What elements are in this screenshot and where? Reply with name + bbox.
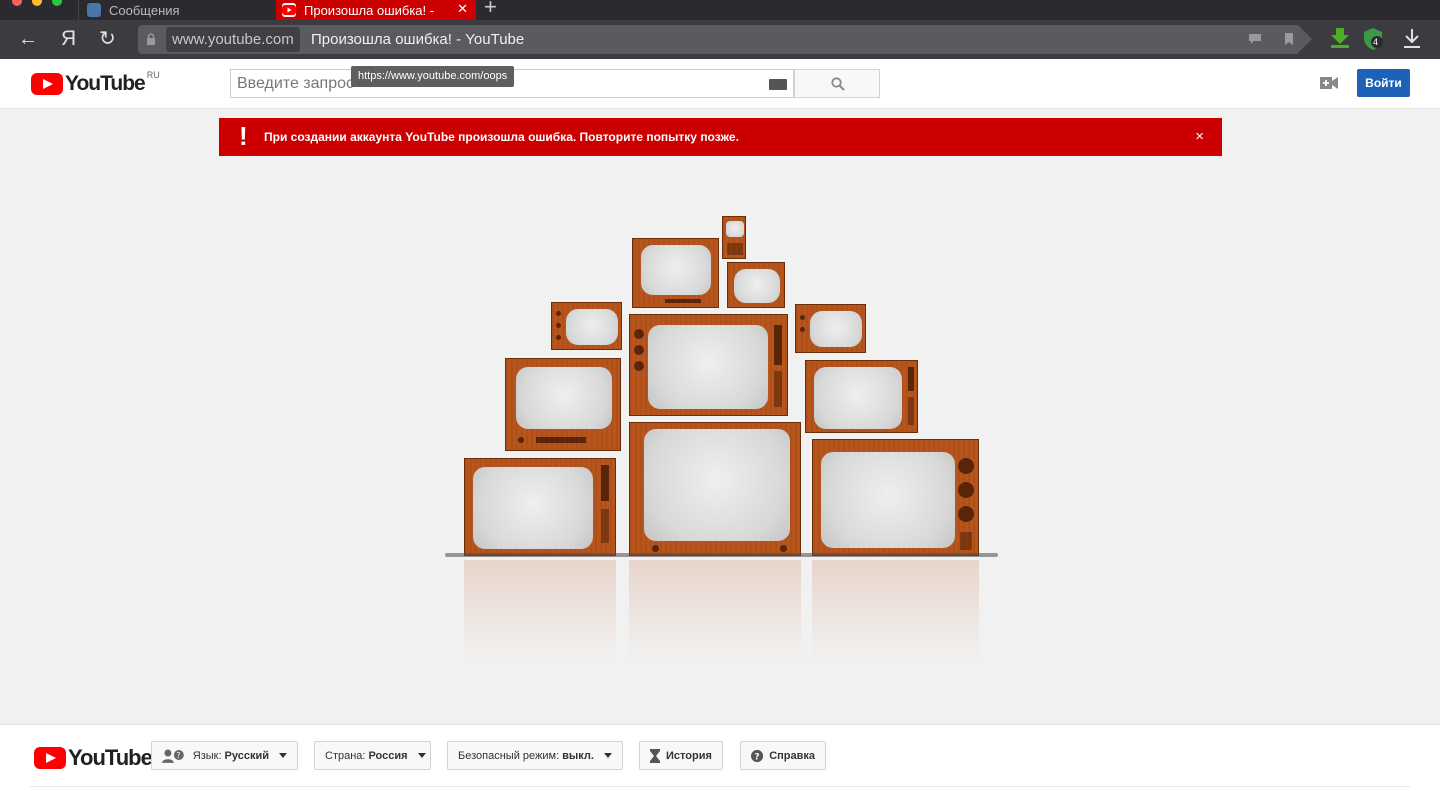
close-tab-icon[interactable]: ✕	[457, 1, 468, 17]
floor-shadow	[445, 553, 998, 557]
youtube-favicon-icon	[282, 3, 296, 17]
new-tab-button[interactable]: +	[484, 0, 497, 20]
keyboard-icon[interactable]	[769, 79, 787, 90]
search-icon	[831, 77, 845, 91]
tv-set	[722, 216, 746, 259]
tv-set	[629, 314, 788, 416]
tab-label: Произошла ошибка! -	[304, 2, 435, 18]
hourglass-icon	[650, 748, 660, 763]
error-alert: ! При создании аккаунта YouTube произошл…	[219, 118, 1222, 156]
back-button[interactable]: ←	[18, 27, 38, 51]
tv-set	[464, 458, 616, 556]
chevron-down-icon	[603, 753, 612, 758]
svg-text:?: ?	[754, 752, 759, 762]
logo-text: YouTube	[65, 72, 146, 95]
yandex-button[interactable]: Я	[61, 27, 76, 51]
safe-mode-value: выкл.	[562, 749, 594, 762]
close-alert-icon[interactable]: ×	[1195, 128, 1204, 145]
tab-messages[interactable]: Сообщения	[78, 0, 276, 20]
alert-message: При создании аккаунта YouTube произошла …	[264, 130, 739, 144]
browser-tab-strip: Сообщения Произошла ошибка! - ✕ +	[0, 0, 1440, 20]
region-code: RU	[146, 70, 160, 80]
chevron-down-icon	[417, 753, 426, 758]
history-button[interactable]: История	[639, 741, 723, 770]
browser-toolbar: ← Я ↻ www.youtube.com Произошла ошибка! …	[0, 20, 1440, 59]
svg-text:?: ?	[176, 750, 180, 759]
chevron-down-icon	[279, 753, 287, 758]
comment-icon[interactable]	[1248, 33, 1262, 45]
tv-set	[629, 422, 801, 556]
tv-set	[812, 439, 979, 556]
extension-badge: 4	[1373, 37, 1379, 47]
safe-mode-label: Безопасный режим:	[458, 749, 560, 762]
address-bar[interactable]: www.youtube.com Произошла ошибка! - YouT…	[138, 25, 1312, 54]
search-button[interactable]	[794, 69, 880, 98]
tv-set	[805, 360, 918, 433]
upload-video-icon[interactable]	[1320, 77, 1338, 89]
youtube-play-icon	[31, 73, 63, 95]
address-page-title: Произошла ошибка! - YouTube	[311, 31, 525, 48]
tab-youtube-error[interactable]: Произошла ошибка! - ✕	[276, 0, 476, 20]
safe-mode-button[interactable]: Безопасный режим: выкл.	[447, 741, 623, 770]
help-button[interactable]: ? Справка	[740, 741, 826, 770]
footer-divider	[30, 786, 1410, 787]
country-label: Страна:	[325, 749, 366, 762]
language-value: Русский	[224, 749, 269, 762]
downloads-icon[interactable]	[1402, 28, 1422, 50]
language-button[interactable]: ? Язык: Русский	[151, 741, 298, 770]
tab-label: Сообщения	[109, 2, 180, 18]
bookmark-icon[interactable]	[1282, 33, 1296, 45]
download-helper-icon[interactable]	[1329, 27, 1351, 49]
youtube-play-icon	[34, 747, 66, 769]
youtube-header: YouTube RU Войти	[0, 59, 1440, 109]
login-button[interactable]: Войти	[1357, 69, 1410, 97]
zoom-window-icon[interactable]	[52, 0, 62, 6]
help-label: Справка	[769, 749, 815, 762]
broken-tvs-illustration	[440, 210, 1000, 690]
history-label: История	[666, 749, 712, 762]
address-domain: www.youtube.com	[166, 27, 300, 52]
tv-set	[551, 302, 622, 350]
tv-set	[795, 304, 866, 353]
close-window-icon[interactable]	[12, 0, 22, 6]
messages-favicon-icon	[87, 3, 101, 17]
minimize-window-icon[interactable]	[32, 0, 42, 6]
youtube-logo[interactable]: YouTube RU	[31, 70, 160, 96]
alert-icon: !	[239, 121, 248, 151]
help-icon: ?	[751, 749, 764, 762]
tv-reflection	[464, 560, 616, 660]
link-tooltip: https://www.youtube.com/oops	[351, 66, 515, 87]
tv-reflection	[812, 560, 979, 660]
tv-set	[727, 262, 785, 308]
reload-button[interactable]: ↻	[99, 27, 116, 51]
country-button[interactable]: Страна: Россия	[314, 741, 431, 770]
lock-icon	[147, 33, 155, 45]
language-users-icon: ?	[162, 749, 184, 763]
tv-reflection	[629, 560, 801, 660]
footer-youtube-logo[interactable]: YouTube	[34, 745, 153, 771]
footer-logo-text: YouTube	[68, 745, 153, 770]
language-label: Язык:	[192, 749, 222, 762]
tv-set	[505, 358, 621, 451]
youtube-footer: YouTube ? Язык: Русский Страна: Россия Без…	[0, 724, 1440, 791]
tv-set	[632, 238, 719, 308]
country-value: Россия	[368, 749, 408, 762]
